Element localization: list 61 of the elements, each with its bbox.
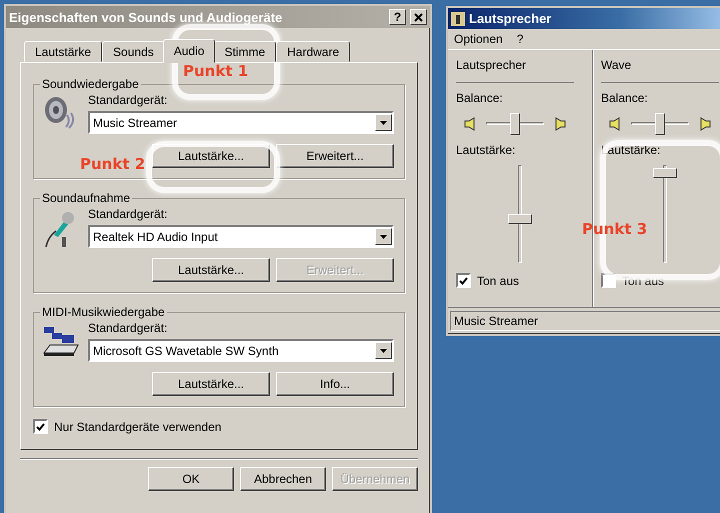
balance-label: Balance: — [456, 91, 504, 106]
check-icon — [459, 276, 468, 285]
annotation-label: Punkt 3 — [582, 220, 648, 238]
device-dropdown[interactable]: Microsoft GS Wavetable SW Synth — [88, 339, 394, 362]
slider-thumb[interactable] — [653, 168, 677, 178]
slider-thumb[interactable] — [508, 214, 532, 224]
menu-item[interactable]: Optionen — [454, 32, 503, 46]
speaker-icon — [464, 117, 476, 132]
checkbox[interactable] — [33, 419, 48, 434]
device-dropdown[interactable]: Music Streamer — [88, 111, 394, 134]
window-title: Eigenschaften von Sounds und Audiogeräte — [9, 10, 284, 24]
menu-item[interactable]: ? — [516, 32, 524, 46]
field-label: Standardgerät: — [88, 321, 168, 335]
help-button[interactable]: ? — [389, 9, 406, 25]
speaker-icon — [699, 117, 711, 132]
volume-slider[interactable] — [508, 165, 532, 264]
group-title: Soundaufnahme — [41, 191, 132, 205]
check-icon — [36, 422, 45, 430]
dialog-button[interactable]: Info... — [276, 372, 394, 396]
tab[interactable]: Audio — [162, 39, 216, 63]
dialog-button[interactable]: Abbrechen — [240, 467, 326, 491]
device-dropdown[interactable]: Realtek HD Audio Input — [88, 225, 394, 248]
volume-label: Lautstärke: — [456, 143, 516, 158]
status-bar: Music Streamer — [450, 311, 720, 331]
close-icon — [414, 12, 423, 22]
close-button[interactable] — [410, 9, 427, 25]
balance-slider[interactable] — [631, 113, 689, 136]
dialog-button[interactable]: Lautstärke... — [152, 372, 270, 396]
speaker-icon — [554, 117, 566, 132]
tab[interactable]: Sounds — [102, 41, 165, 62]
annotation-label: Punkt 1 — [183, 62, 248, 80]
slider-thumb[interactable] — [655, 113, 665, 136]
balance-label: Balance: — [601, 91, 649, 106]
tab[interactable]: Lautstärke — [24, 41, 102, 62]
checkbox[interactable] — [456, 273, 471, 288]
dialog-button[interactable]: OK — [148, 467, 234, 491]
window-title: Lautsprecher — [469, 11, 552, 26]
speaker-icon — [42, 95, 76, 129]
balance-slider[interactable] — [486, 113, 544, 136]
group-title: MIDI-Musikwiedergabe — [41, 305, 166, 319]
checkbox-label: Nur Standardgeräte verwenden — [54, 420, 222, 434]
tab[interactable]: Stimme — [213, 41, 276, 62]
field-label: Standardgerät: — [88, 93, 168, 107]
checkbox-label: Ton aus — [622, 274, 664, 288]
channel-name: Wave — [601, 58, 719, 84]
volume-slider[interactable] — [653, 165, 677, 264]
group-title: Soundwiedergabe — [41, 77, 140, 91]
dialog-button[interactable]: Erweitert... — [276, 144, 394, 168]
speaker-icon — [609, 117, 621, 132]
slider-thumb[interactable] — [510, 113, 520, 136]
app-icon — [451, 12, 465, 26]
dialog-button[interactable]: Lautstärke... — [152, 258, 270, 282]
volume-label: Lautstärke: — [601, 143, 662, 158]
tab[interactable]: Hardware — [276, 41, 350, 62]
caret-icon — [380, 348, 387, 352]
caret-icon — [380, 120, 387, 124]
checkbox-label: Ton aus — [477, 274, 520, 288]
caret-icon — [380, 234, 387, 238]
field-label: Standardgerät: — [88, 207, 168, 221]
channel-name: Lautsprecher — [456, 58, 574, 84]
annotation-label: Punkt 2 — [80, 155, 146, 173]
